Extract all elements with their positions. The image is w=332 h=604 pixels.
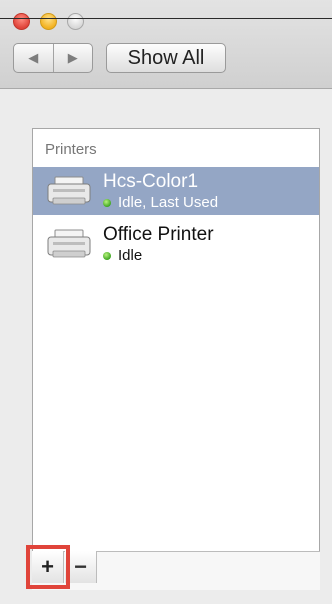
printer-icon bbox=[47, 229, 91, 258]
system-preferences-window: ◀ ▶ Show All Printers Hcs-Color1 Idle, L… bbox=[0, 0, 332, 604]
printer-status-text: Idle bbox=[118, 247, 143, 264]
forward-arrow-icon[interactable]: ▶ bbox=[52, 44, 93, 72]
back-arrow-icon[interactable]: ◀ bbox=[14, 44, 53, 72]
toolbar: ◀ ▶ Show All bbox=[0, 0, 332, 89]
printer-name: Office Printer bbox=[103, 224, 214, 245]
status-dot-icon bbox=[103, 198, 111, 207]
status-dot-icon bbox=[103, 251, 111, 260]
printer-status: Idle bbox=[103, 247, 142, 264]
printer-icon bbox=[47, 176, 91, 205]
zoom-window-button[interactable] bbox=[67, 13, 84, 30]
remove-printer-button[interactable]: − bbox=[65, 551, 97, 583]
close-window-button[interactable] bbox=[13, 13, 30, 30]
window-top-edge bbox=[0, 18, 332, 19]
printer-name: Hcs-Color1 bbox=[103, 171, 199, 192]
add-printer-button[interactable]: + bbox=[32, 551, 64, 583]
printer-row-hcs-color1[interactable]: Hcs-Color1 Idle, Last Used bbox=[33, 167, 319, 215]
back-forward-segmented-control: ◀ ▶ bbox=[13, 43, 93, 73]
printer-status: Idle, Last Used bbox=[103, 194, 218, 211]
minimize-window-button[interactable] bbox=[40, 13, 57, 30]
printers-header: Printers bbox=[45, 141, 97, 158]
printers-list: Printers Hcs-Color1 Idle, Last Used Offi bbox=[32, 128, 320, 590]
printer-row-office-printer[interactable]: Office Printer Idle bbox=[33, 220, 319, 268]
show-all-button[interactable]: Show All bbox=[106, 43, 226, 73]
printer-status-text: Idle, Last Used bbox=[118, 194, 219, 211]
